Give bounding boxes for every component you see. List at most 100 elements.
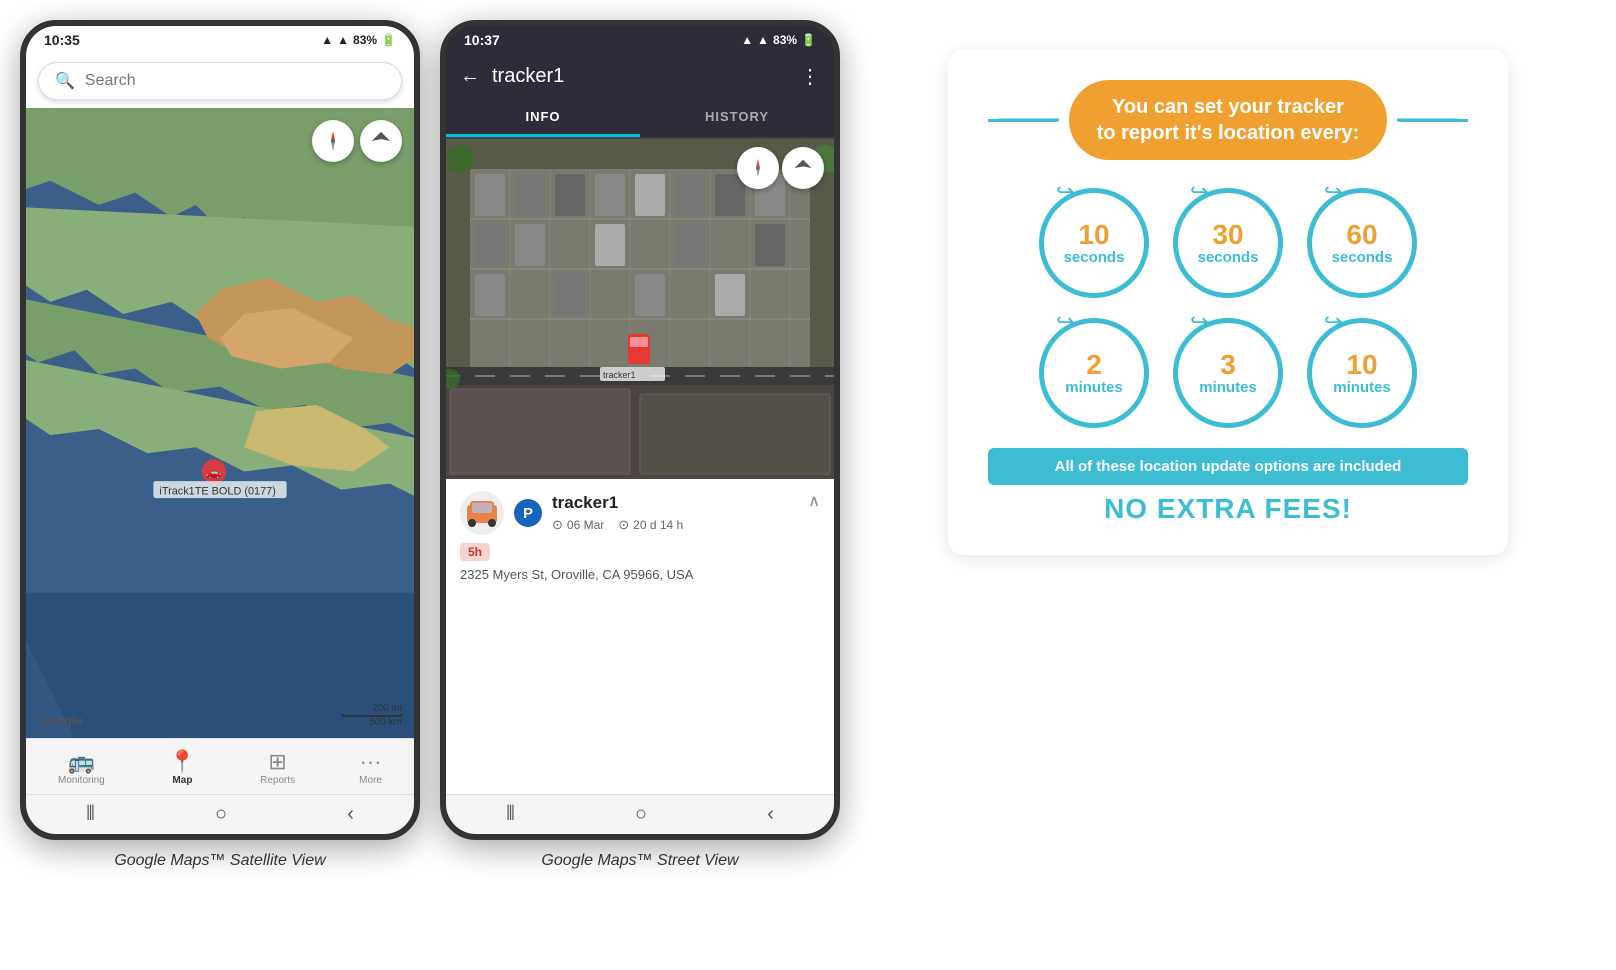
battery-icon-1: 🔋: [381, 33, 396, 47]
circle-2min: 2 minutes: [1039, 318, 1149, 428]
status-icons-1: ▲ ▲ 83% 🔋: [321, 33, 396, 47]
svg-text:tracker1: tracker1: [603, 370, 636, 380]
compass-button[interactable]: [312, 120, 354, 162]
tracker-info-left: P tracker1 ⊙ 06 Mar ⊙ 20 d 14 h: [460, 491, 683, 535]
expand-icon[interactable]: ⌃: [725, 145, 738, 165]
title-text-2: to report it's location every:: [1097, 122, 1360, 144]
infographic-section: You can set your tracker to report it's …: [860, 20, 1596, 585]
tracker-address: 2325 Myers St, Oroville, CA 95966, USA: [460, 567, 820, 582]
status-time-2: 10:37: [464, 32, 500, 48]
monitoring-label: Monitoring: [58, 775, 105, 786]
circle-60sec-number: 60: [1346, 221, 1377, 249]
circle-10min: 10 minutes: [1307, 318, 1417, 428]
tracker-date: 06 Mar: [567, 518, 604, 532]
scale-500km: 500 km: [369, 717, 402, 728]
circle-30sec-number: 30: [1212, 221, 1243, 249]
satellite-map-container[interactable]: 🚗 iTrack1TE BOLD (0177) Goog: [26, 108, 414, 738]
chevron-up-icon[interactable]: ∧: [808, 491, 820, 511]
navigate-button[interactable]: [360, 120, 402, 162]
svg-text:iTrack1TE BOLD (0177): iTrack1TE BOLD (0177): [159, 485, 275, 497]
search-input[interactable]: [85, 72, 385, 90]
infographic-card: You can set your tracker to report it's …: [948, 50, 1508, 555]
tracker-info-panel: P tracker1 ⊙ 06 Mar ⊙ 20 d 14 h: [446, 479, 834, 794]
tracker-date-item: ⊙ 06 Mar: [552, 517, 604, 533]
svg-text:🚗: 🚗: [206, 465, 221, 479]
status-time-1: 10:35: [44, 32, 80, 48]
circle-60sec: 60 seconds: [1307, 188, 1417, 298]
circle-10min-unit: minutes: [1333, 379, 1391, 396]
android-home-btn[interactable]: ○: [215, 803, 227, 826]
app-tabs: INFO HISTORY: [446, 99, 834, 139]
circle-3min: 3 minutes: [1173, 318, 1283, 428]
android-menu-btn-2[interactable]: ⦀: [506, 803, 515, 826]
bottom-nav-1: 🚌 Monitoring 📍 Map ⊞ Reports ··· More: [26, 738, 414, 794]
nav-map[interactable]: 📍 Map: [157, 747, 208, 790]
tracker-duration: 20 d 14 h: [633, 518, 683, 532]
calendar-icon: ⊙: [552, 517, 563, 533]
android-back-btn[interactable]: ‹: [347, 803, 354, 826]
wifi-icon-2: ▲: [757, 33, 769, 47]
title-text-1: You can set your tracker: [1112, 96, 1344, 118]
navigate-icon-2: [793, 158, 813, 178]
circle-60sec-unit: seconds: [1332, 249, 1393, 266]
android-back-btn-2[interactable]: ‹: [767, 803, 774, 826]
map-scale-1: 200 mi 500 km: [342, 703, 402, 728]
google-watermark-1: Google: [38, 713, 83, 728]
circle-3min-number: 3: [1220, 351, 1236, 379]
android-menu-btn[interactable]: ⦀: [86, 803, 95, 826]
status-bar-1: 10:35 ▲ ▲ 83% 🔋: [26, 26, 414, 54]
google-watermark-2: Google: [458, 454, 503, 469]
tab-info[interactable]: INFO: [446, 99, 640, 137]
circles-row-1: 10 seconds 30 seconds 60 seconds: [988, 188, 1468, 298]
clock-icon: ⊙: [618, 517, 629, 533]
android-home-btn-2[interactable]: ○: [635, 803, 647, 826]
infographic-title-line1: You can set your tracker to report it's …: [1097, 94, 1360, 146]
tracker-info-header: P tracker1 ⊙ 06 Mar ⊙ 20 d 14 h: [460, 491, 820, 535]
compass-button-2[interactable]: [737, 147, 779, 189]
scale-200mi: 200 mi: [372, 703, 402, 714]
header-tracker-name: tracker1: [492, 65, 788, 88]
android-nav-1: ⦀ ○ ‹: [26, 794, 414, 834]
monitoring-icon: 🚌: [68, 751, 95, 773]
nav-more[interactable]: ··· More: [347, 747, 394, 790]
tracker-meta: ⊙ 06 Mar ⊙ 20 d 14 h: [552, 517, 683, 533]
nav-reports[interactable]: ⊞ Reports: [248, 747, 307, 790]
signal-icon-2: ▲: [741, 33, 753, 47]
tracker-details: tracker1 ⊙ 06 Mar ⊙ 20 d 14 h: [552, 493, 683, 533]
status-bar-2: 10:37 ▲ ▲ 83% 🔋: [446, 26, 834, 54]
search-icon: 🔍: [55, 71, 75, 91]
parking-badge: P: [514, 499, 542, 527]
signal-icon-1: ▲: [321, 33, 333, 47]
header-more-icon[interactable]: ⋮: [800, 64, 820, 89]
satellite-map-svg: 🚗 iTrack1TE BOLD (0177): [26, 108, 414, 738]
search-bar-container: 🔍: [26, 54, 414, 108]
circle-10sec: 10 seconds: [1039, 188, 1149, 298]
tab-history[interactable]: HISTORY: [640, 99, 834, 137]
map-label-nav: Map: [172, 775, 192, 786]
nav-monitoring[interactable]: 🚌 Monitoring: [46, 747, 117, 790]
circle-3min-unit: minutes: [1199, 379, 1257, 396]
back-arrow-icon[interactable]: ←: [460, 65, 480, 88]
circle-2min-number: 2: [1086, 351, 1102, 379]
circle-10min-number: 10: [1346, 351, 1377, 379]
search-bar[interactable]: 🔍: [38, 62, 402, 100]
car-avatar-icon: [462, 493, 502, 533]
map-icon: 📍: [169, 751, 196, 773]
circle-30sec: 30 seconds: [1173, 188, 1283, 298]
reports-icon: ⊞: [268, 751, 286, 773]
title-row: You can set your tracker to report it's …: [988, 80, 1468, 160]
reports-label: Reports: [260, 775, 295, 786]
navigate-button-2[interactable]: [782, 147, 824, 189]
more-label: More: [359, 775, 382, 786]
circles-row-2: 2 minutes 3 minutes 10 minutes: [988, 318, 1468, 428]
phone-street: 10:37 ▲ ▲ 83% 🔋 ← tracker1 ⋮ INFO HISTOR…: [440, 20, 840, 840]
wifi-icon-1: ▲: [337, 33, 349, 47]
circle-2min-unit: minutes: [1065, 379, 1123, 396]
tracker-name-text: tracker1: [552, 493, 683, 513]
infographic-title-box: You can set your tracker to report it's …: [1069, 80, 1388, 160]
navigate-icon: [370, 130, 392, 152]
tracker-badge: 5h: [460, 543, 490, 561]
street-map-container[interactable]: tracker1 Google ⌃: [446, 139, 834, 479]
no-extra-fees: NO EXTRA FEES!: [988, 493, 1468, 525]
compass-icon: [321, 129, 345, 153]
